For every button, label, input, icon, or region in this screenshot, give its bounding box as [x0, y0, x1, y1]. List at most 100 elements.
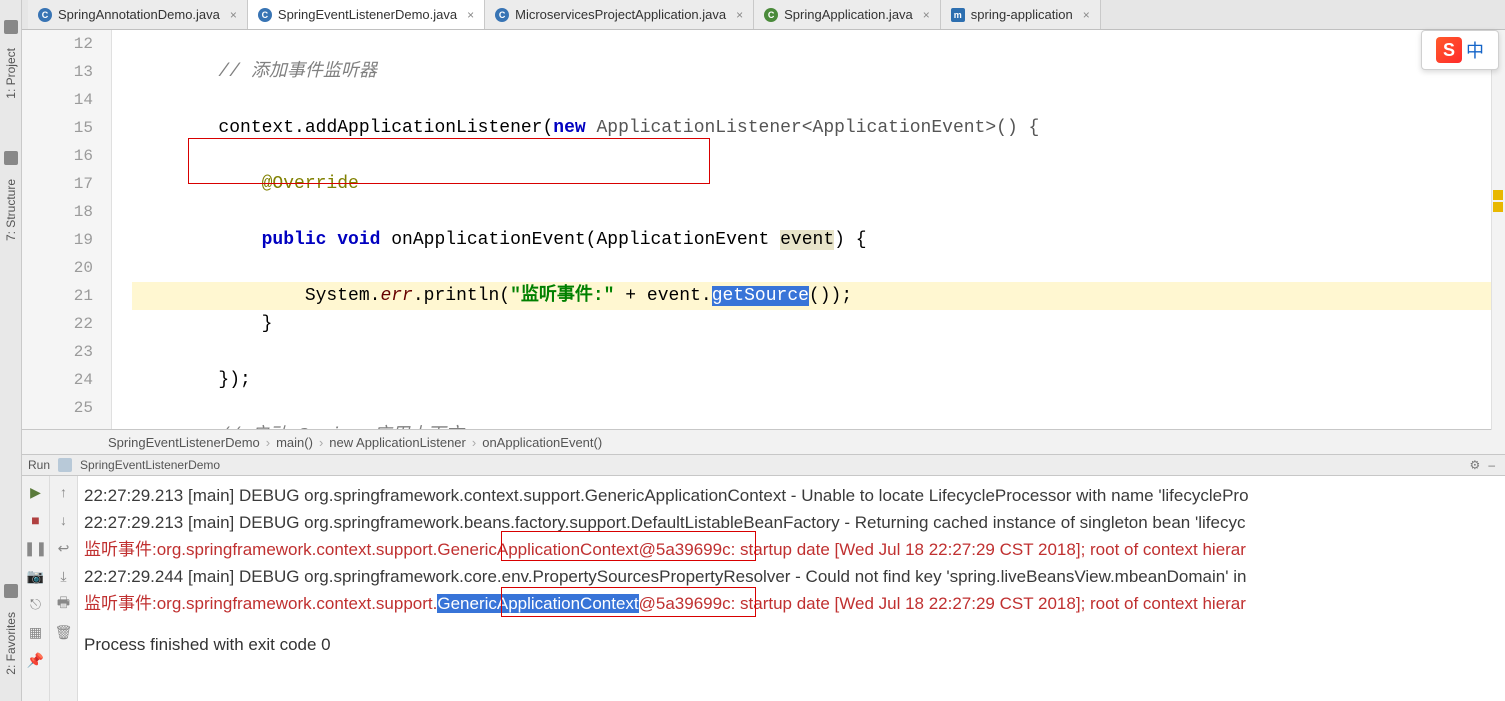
line-number: 18 — [22, 198, 93, 226]
layout-button[interactable]: ▦ — [28, 624, 44, 640]
breadcrumb-item[interactable]: new ApplicationListener — [329, 435, 466, 450]
run-console-panel: ▶ ■ ❚❚ 📷 ⎋ ▦ 📌 ↑ ↓ ↩ ⤓ 🖶 🗑 22:27:29.213 … — [22, 476, 1505, 701]
run-label: Run — [28, 458, 50, 472]
left-tool-rail: 1: Project 7: Structure 2: Favorites — [0, 0, 22, 701]
down-button[interactable]: ↓ — [56, 512, 72, 528]
method-name: onApplicationEvent(ApplicationEvent — [380, 230, 780, 250]
sogou-logo-icon: S — [1436, 37, 1462, 63]
editor-tabbar: C SpringAnnotationDemo.java × C SpringEv… — [22, 0, 1505, 30]
favorites-tool-tab[interactable]: 2: Favorites — [4, 612, 18, 675]
keyword-new: new — [553, 118, 585, 138]
print-button[interactable]: 🖶 — [56, 596, 72, 612]
console-line: 22:27:29.213 [main] DEBUG org.springfram… — [84, 509, 1501, 536]
code-text: System. — [305, 286, 381, 306]
line-number: 19 — [22, 226, 93, 254]
code-text: context.addApplicationListener( — [218, 118, 553, 138]
java-class-icon: C — [38, 8, 52, 22]
tab-label: spring-application — [971, 7, 1073, 22]
code-text: ()); — [809, 286, 852, 306]
chevron-right-icon: › — [472, 435, 476, 450]
line-number: 12 — [22, 30, 93, 58]
line-number: 22 — [22, 310, 93, 338]
line-number: 21 — [22, 282, 93, 310]
warning-marker[interactable] — [1493, 202, 1503, 212]
run-config-icon — [58, 458, 72, 472]
breadcrumb-item[interactable]: main() — [276, 435, 313, 450]
run-config-name[interactable]: SpringEventListenerDemo — [80, 458, 220, 472]
scroll-to-end-button[interactable]: ⤓ — [56, 568, 72, 584]
structure-icon[interactable] — [4, 151, 18, 165]
project-icon[interactable] — [4, 20, 18, 34]
rerun-button[interactable]: ▶ — [28, 484, 44, 500]
line-number: 17 — [22, 170, 93, 198]
run-toolbar-secondary: ↑ ↓ ↩ ⤓ 🖶 🗑 — [50, 476, 78, 701]
close-icon[interactable]: × — [230, 8, 237, 22]
breadcrumb: SpringEventListenerDemo› main()› new App… — [108, 430, 602, 454]
library-class-icon: C — [764, 8, 778, 22]
console-line: 22:27:29.213 [main] DEBUG org.springfram… — [84, 482, 1501, 509]
breadcrumb-item[interactable]: SpringEventListenerDemo — [108, 435, 260, 450]
ime-indicator[interactable]: S 中 — [1421, 30, 1499, 70]
minimize-icon[interactable]: – — [1488, 458, 1495, 472]
parameter-name: event — [780, 230, 834, 250]
line-number: 20 — [22, 254, 93, 282]
selected-text: getSource — [712, 286, 809, 306]
code-text: .println( — [413, 286, 510, 306]
console-output[interactable]: 22:27:29.213 [main] DEBUG org.springfram… — [78, 476, 1505, 701]
line-number-gutter: 12 13 14 15 16 17 18 19 20 21 22 23 24 2… — [22, 30, 112, 429]
console-exit-line: Process finished with exit code 0 — [84, 631, 1501, 658]
structure-tool-tab[interactable]: 7: Structure — [4, 179, 18, 241]
run-toolbar-primary: ▶ ■ ❚❚ 📷 ⎋ ▦ 📌 — [22, 476, 50, 701]
editor-marker-strip[interactable] — [1491, 30, 1505, 430]
run-panel-header: Run SpringEventListenerDemo ⚙ – — [22, 454, 1505, 476]
up-button[interactable]: ↑ — [56, 484, 72, 500]
java-class-icon: C — [258, 8, 272, 22]
tab-spring-event-listener-demo[interactable]: C SpringEventListenerDemo.java × — [248, 0, 485, 29]
code-editor[interactable]: 12 13 14 15 16 17 18 19 20 21 22 23 24 2… — [22, 30, 1505, 430]
tab-spring-application-class[interactable]: C SpringApplication.java × — [754, 0, 941, 29]
soft-wrap-button[interactable]: ↩ — [56, 540, 72, 556]
tab-microservices-project-application[interactable]: C MicroservicesProjectApplication.java × — [485, 0, 754, 29]
string-literal: "监听事件:" — [510, 286, 614, 306]
close-icon[interactable]: × — [736, 8, 743, 22]
close-icon[interactable]: × — [1083, 8, 1090, 22]
code-text: + event. — [614, 286, 711, 306]
markdown-file-icon: m — [951, 8, 965, 22]
field-err: err — [380, 286, 412, 306]
close-icon[interactable]: × — [923, 8, 930, 22]
pin-button[interactable]: 📌 — [28, 652, 44, 668]
ime-mode[interactable]: 中 — [1466, 37, 1484, 63]
console-line: 22:27:29.244 [main] DEBUG org.springfram… — [84, 563, 1501, 590]
gear-icon[interactable]: ⚙ — [1470, 458, 1481, 472]
code-text: } — [262, 314, 273, 334]
line-number: 16 — [22, 142, 93, 170]
code-area[interactable]: // 添加事件监听器 context.addApplicationListene… — [112, 30, 1505, 429]
line-number: 13 — [22, 58, 93, 86]
tab-spring-annotation-demo[interactable]: C SpringAnnotationDemo.java × — [28, 0, 248, 29]
dump-threads-button[interactable]: 📷 — [28, 568, 44, 584]
keyword-public-void: public void — [262, 230, 381, 250]
clear-all-button[interactable]: 🗑 — [56, 624, 72, 640]
project-tool-tab[interactable]: 1: Project — [4, 48, 18, 99]
tab-label: SpringAnnotationDemo.java — [58, 7, 220, 22]
line-number: 14 — [22, 86, 93, 114]
line-number: 26 — [22, 422, 93, 430]
pause-button[interactable]: ❚❚ — [28, 540, 44, 556]
close-icon[interactable]: × — [467, 8, 474, 22]
stop-button[interactable]: ■ — [28, 512, 44, 528]
console-error-line: 监听事件:org.springframework.context.support… — [84, 536, 1501, 563]
code-text: ApplicationListener<ApplicationEvent>() … — [586, 118, 1040, 138]
favorites-icon[interactable] — [4, 584, 18, 598]
code-text: ) { — [834, 230, 866, 250]
tab-label: SpringApplication.java — [784, 7, 913, 22]
breadcrumb-item[interactable]: onApplicationEvent() — [482, 435, 602, 450]
line-number: 23 — [22, 338, 93, 366]
java-class-icon: C — [495, 8, 509, 22]
exit-button[interactable]: ⎋ — [28, 596, 44, 612]
line-number: 25 — [22, 394, 93, 422]
tab-label: MicroservicesProjectApplication.java — [515, 7, 726, 22]
tab-label: SpringEventListenerDemo.java — [278, 7, 457, 22]
line-number: 24 — [22, 366, 93, 394]
warning-marker[interactable] — [1493, 190, 1503, 200]
tab-spring-application-md[interactable]: m spring-application × — [941, 0, 1101, 29]
